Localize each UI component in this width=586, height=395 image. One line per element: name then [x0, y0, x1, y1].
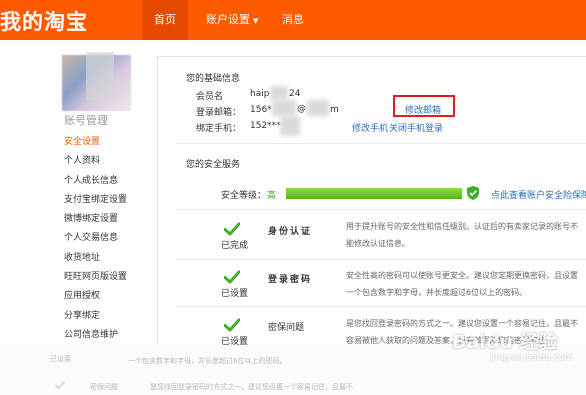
- sidebar-item-personal-profile[interactable]: 个人资料: [64, 152, 144, 171]
- page: 我的淘宝 首页 账户设置 ▼ 消息 账号管理 安全设置 个人资料 个人成长信息 支…: [0, 0, 586, 395]
- desc-line: 一个包含数字和字母，并长度超过6位以上的密码。: [346, 288, 528, 297]
- security-services-title: 您的安全服务: [186, 160, 241, 170]
- avatar-blur-overlay: [86, 52, 114, 100]
- faded-desc-1: 一个包含数字和字母，并长度超过6位以上的密码。: [128, 357, 287, 365]
- login-password-status: 已设置: [221, 289, 249, 299]
- identity-verification-desc: 用于提升账号的安全性和信任级别。认证后的有卖家记录的账号不 能修改认证信息。: [346, 218, 586, 252]
- login-email-at: @: [297, 104, 306, 114]
- member-name-redaction: [270, 86, 288, 100]
- email-redaction-2: [307, 100, 329, 116]
- section-divider: [176, 143, 586, 144]
- sidebar-item-company-info[interactable]: 公司信息维护: [64, 326, 144, 345]
- view-account-insurance-link[interactable]: 点此查看账户安全险保障: [491, 188, 586, 201]
- security-level-value: 高: [267, 191, 277, 201]
- faded-status: 已设置: [50, 355, 71, 363]
- login-email-label: 登录邮箱：: [196, 108, 242, 118]
- desc-line: 用于提升账号的安全性和信任级别。认证后的有卖家记录的账号不: [346, 222, 578, 231]
- row-divider-2: [176, 259, 586, 260]
- nav-messages[interactable]: 消息: [282, 0, 304, 40]
- desc-line: 安全性高的密码可以使账号更安全。建议您定期更换密码，且设置: [346, 271, 578, 280]
- close-phone-login-link[interactable]: 关闭手机登录: [389, 121, 443, 134]
- watermark-logo: Baidu 经验: [452, 331, 558, 353]
- login-password-desc: 安全性高的密码可以使账号更安全。建议您定期更换密码，且设置 一个包含数字和字母，…: [346, 267, 586, 301]
- sidebar-item-security-settings[interactable]: 安全设置: [64, 133, 144, 152]
- login-email-value: 156*: [250, 105, 272, 115]
- sidebar-item-trade-info[interactable]: 个人交易信息: [64, 229, 144, 248]
- security-level-bar-fill: [286, 188, 462, 199]
- check-icon: [224, 222, 240, 236]
- security-level-label: 安全等级：: [221, 191, 267, 201]
- change-email-highlight-box: [393, 95, 455, 117]
- security-level-bar: [286, 188, 462, 199]
- member-name-value: haip: [250, 89, 270, 99]
- nav-home[interactable]: 首页: [142, 0, 188, 40]
- login-email-value-end: m: [330, 105, 339, 115]
- change-phone-link[interactable]: 修改手机: [352, 121, 388, 134]
- security-question-name: 密保问题: [268, 323, 305, 333]
- bound-phone-value: 152***: [250, 121, 281, 131]
- row-divider-3: [176, 306, 586, 307]
- basic-info-title: 您的基础信息: [186, 74, 241, 84]
- faded-desc-2: 是您找回登录密码的方式之一。建议您设置一个容易记住，且最不: [150, 383, 353, 391]
- shield-icon: [467, 186, 479, 200]
- sidebar-item-shipping-address[interactable]: 收货地址: [64, 249, 144, 268]
- baidu-jingyan-watermark: Baidu 经验 jingyan.baidu.com: [452, 327, 582, 375]
- faded-name-2: 密保问题: [90, 383, 118, 391]
- nav-account-settings[interactable]: 账户设置 ▼: [206, 0, 258, 40]
- check-icon: [224, 318, 240, 332]
- phone-redaction: [280, 116, 300, 136]
- sidebar-title: 账号管理: [64, 114, 108, 127]
- email-redaction-1: [272, 100, 296, 116]
- check-icon: [55, 381, 65, 390]
- identity-status: 已完成: [221, 241, 249, 251]
- top-navigation-bar: 我的淘宝 首页 账户设置 ▼ 消息: [0, 0, 586, 40]
- member-name-label: 会员名: [196, 92, 224, 102]
- sidebar-item-weibo-binding[interactable]: 微博绑定设置: [64, 210, 144, 229]
- login-password-name: 登录密码: [268, 275, 313, 285]
- chevron-down-icon: ▼: [253, 17, 259, 25]
- sidebar-item-app-authorization[interactable]: 应用授权: [64, 287, 144, 306]
- watermark-url: jingyan.baidu.com: [490, 353, 574, 363]
- check-icon: [224, 270, 240, 284]
- sidebar-menu: 安全设置 个人资料 个人成长信息 支付宝绑定设置 微博绑定设置 个人交易信息 收…: [64, 133, 144, 345]
- member-name-value-tail: 24: [289, 89, 301, 99]
- sidebar-item-growth-info[interactable]: 个人成长信息: [64, 172, 144, 191]
- sidebar-item-wangwang-settings[interactable]: 旺旺网页版设置: [64, 268, 144, 287]
- desc-line: 能修改认证信息。: [346, 239, 410, 248]
- my-taobao-logo[interactable]: 我的淘宝: [0, 6, 88, 36]
- bound-phone-label: 绑定手机：: [196, 124, 242, 134]
- row-divider-1: [176, 209, 586, 210]
- identity-verification-name: 身份认证: [268, 227, 313, 237]
- sidebar-item-alipay-binding[interactable]: 支付宝绑定设置: [64, 191, 144, 210]
- nav-account-settings-label: 账户设置: [206, 13, 250, 26]
- sidebar-item-share-binding[interactable]: 分享绑定: [64, 307, 144, 326]
